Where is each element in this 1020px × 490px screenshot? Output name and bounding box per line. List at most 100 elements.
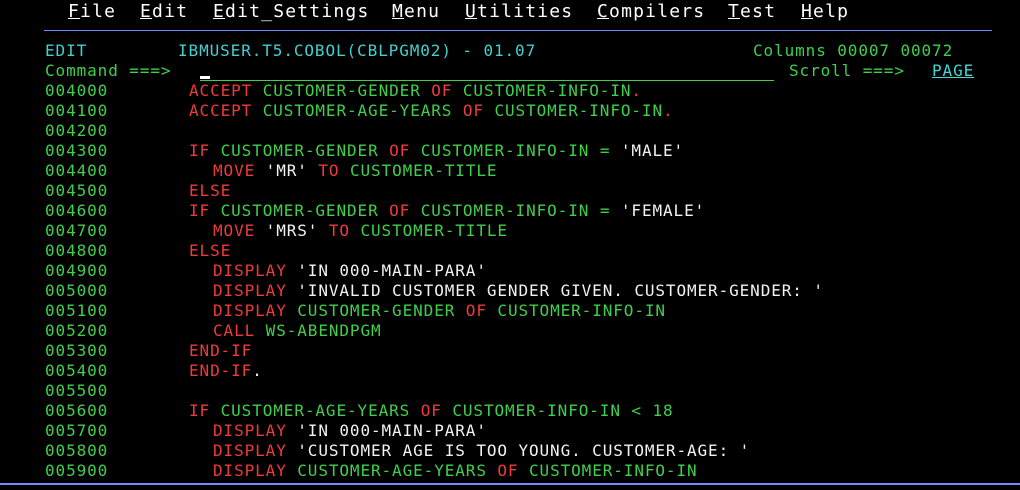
line-number[interactable]: 004900 — [45, 261, 108, 281]
code-token: CUSTOMER-GENDER — [262, 81, 432, 100]
line-number[interactable]: 004200 — [45, 121, 108, 141]
code-text[interactable]: CALL WS-ABENDPGM — [213, 321, 382, 341]
scroll-label: Scroll ===> — [789, 61, 905, 80]
code-text[interactable]: IF CUSTOMER-GENDER OF CUSTOMER-INFO-IN =… — [189, 141, 684, 161]
code-token: ACCEPT — [189, 101, 263, 120]
line-number[interactable]: 005700 — [45, 421, 108, 441]
source-line[interactable]: 005300 END-IF — [45, 341, 1005, 361]
code-token: CUSTOMER-TITLE — [360, 221, 508, 240]
source-line[interactable]: 005400 END-IF. — [45, 361, 1005, 381]
code-text[interactable]: IF CUSTOMER-GENDER OF CUSTOMER-INFO-IN =… — [189, 201, 705, 221]
line-number[interactable]: 005500 — [45, 381, 108, 401]
line-number[interactable]: 004400 — [45, 161, 108, 181]
source-line[interactable]: 004200 — [45, 121, 1005, 141]
line-number[interactable]: 004300 — [45, 141, 108, 161]
line-number[interactable]: 004800 — [45, 241, 108, 261]
line-number[interactable]: 005100 — [45, 301, 108, 321]
code-token: IF — [189, 401, 221, 420]
code-token: DISPLAY — [213, 261, 298, 280]
source-line[interactable]: 004100 ACCEPT CUSTOMER-AGE-YEARS OF CUSTO… — [45, 101, 1005, 121]
code-token: WS-ABENDPGM — [265, 321, 382, 340]
menu-help[interactable]: Help — [801, 1, 849, 23]
line-number[interactable]: 005900 — [45, 461, 108, 481]
code-text[interactable]: END-IF. — [189, 361, 263, 381]
code-token: DISPLAY — [213, 461, 298, 480]
code-text[interactable]: DISPLAY CUSTOMER-AGE-YEARS OF CUSTOMER-I… — [213, 461, 698, 481]
code-token: MOVE — [213, 221, 266, 240]
code-text[interactable]: ACCEPT CUSTOMER-AGE-YEARS OF CUSTOMER-IN… — [189, 101, 674, 121]
source-line[interactable]: 005900 DISPLAY CUSTOMER-AGE-YEARS OF CUST… — [45, 461, 1005, 481]
line-number[interactable]: 004700 — [45, 221, 108, 241]
line-number[interactable]: 005400 — [45, 361, 108, 381]
source-line[interactable]: 005200 CALL WS-ABENDPGM — [45, 321, 1005, 341]
source-line[interactable]: 005800 DISPLAY 'CUSTOMER AGE IS TOO YOUNG… — [45, 441, 1005, 461]
code-token: ELSE — [189, 181, 232, 200]
line-number[interactable]: 004000 — [45, 81, 108, 101]
source-line[interactable]: 004500 ELSE — [45, 181, 1005, 201]
source-line[interactable]: 004400 MOVE 'MR' TO CUSTOMER-TITLE — [45, 161, 1005, 181]
code-token: CUSTOMER-AGE-YEARS — [220, 401, 421, 420]
code-token: OF — [497, 461, 529, 480]
menu-compilers[interactable]: Compilers — [597, 1, 705, 23]
line-number[interactable]: 005800 — [45, 441, 108, 461]
line-number[interactable]: 005600 — [45, 401, 108, 421]
code-token: END-IF — [189, 361, 253, 380]
line-number[interactable]: 005300 — [45, 341, 108, 361]
line-number[interactable]: 005200 — [45, 321, 108, 341]
command-input[interactable] — [200, 62, 774, 81]
code-token: CUSTOMER-GENDER — [220, 201, 390, 220]
source-line[interactable]: 005100 DISPLAY CUSTOMER-GENDER OF CUSTOME… — [45, 301, 1005, 321]
line-number[interactable]: 004500 — [45, 181, 108, 201]
scroll-amount-field[interactable]: PAGE — [932, 61, 974, 81]
code-token: OF — [420, 401, 453, 420]
code-text[interactable]: DISPLAY 'INVALID CUSTOMER GENDER GIVEN. … — [213, 281, 824, 301]
menu-utilities[interactable]: Utilities — [465, 1, 573, 23]
code-text[interactable]: DISPLAY CUSTOMER-GENDER OF CUSTOMER-INFO… — [213, 301, 666, 321]
menu-menu[interactable]: Menu — [392, 1, 440, 23]
code-token: = — [599, 141, 621, 160]
code-token: OF — [389, 141, 421, 160]
menu-edit-settings[interactable]: Edit_Settings — [213, 1, 370, 23]
source-line[interactable]: 004700 MOVE 'MRS' TO CUSTOMER-TITLE — [45, 221, 1005, 241]
text-cursor — [200, 76, 210, 79]
code-token: CUSTOMER-INFO-IN — [452, 401, 632, 420]
code-text[interactable]: END-IF — [189, 341, 252, 361]
line-number[interactable]: 004600 — [45, 201, 108, 221]
source-line[interactable]: 004900 DISPLAY 'IN 000-MAIN-PARA' — [45, 261, 1005, 281]
code-text[interactable]: DISPLAY 'CUSTOMER AGE IS TOO YOUNG. CUST… — [213, 441, 750, 461]
code-token: 'MALE' — [620, 141, 685, 160]
source-line[interactable]: 004800 ELSE — [45, 241, 1005, 261]
code-token: 'MRS' — [265, 221, 329, 240]
code-text[interactable]: DISPLAY 'IN 000-MAIN-PARA' — [213, 421, 487, 441]
code-token: OF — [465, 301, 498, 320]
code-token: CUSTOMER-GENDER — [220, 141, 390, 160]
code-token: 'INVALID CUSTOMER GENDER GIVEN. CUSTOMER… — [297, 281, 824, 300]
bottom-divider — [0, 483, 1020, 485]
source-line[interactable]: 004300 IF CUSTOMER-GENDER OF CUSTOMER-INF… — [45, 141, 1005, 161]
code-token: CUSTOMER-TITLE — [349, 161, 498, 180]
line-number[interactable]: 005000 — [45, 281, 108, 301]
columns-indicator: Columns 00007 00072 — [753, 41, 954, 60]
code-token: IF — [189, 201, 221, 220]
menu-edit[interactable]: Edit — [140, 1, 188, 23]
code-text[interactable]: DISPLAY 'IN 000-MAIN-PARA' — [213, 261, 487, 281]
menu-test[interactable]: Test — [728, 1, 776, 23]
source-line[interactable]: 004000 ACCEPT CUSTOMER-GENDER OF CUSTOMER… — [45, 81, 1005, 101]
code-token: 'IN 000-MAIN-PARA' — [297, 421, 487, 440]
source-line[interactable]: 005000 DISPLAY 'INVALID CUSTOMER GENDER G… — [45, 281, 1005, 301]
code-text[interactable]: ELSE — [189, 181, 231, 201]
source-line[interactable]: 005700 DISPLAY 'IN 000-MAIN-PARA' — [45, 421, 1005, 441]
code-text[interactable]: MOVE 'MRS' TO CUSTOMER-TITLE — [213, 221, 508, 241]
line-number[interactable]: 004100 — [45, 101, 108, 121]
source-line[interactable]: 005600 IF CUSTOMER-AGE-YEARS OF CUSTOMER-… — [45, 401, 1005, 421]
menu-file[interactable]: File — [68, 1, 116, 23]
code-text[interactable]: IF CUSTOMER-AGE-YEARS OF CUSTOMER-INFO-I… — [189, 401, 674, 421]
code-text[interactable]: MOVE 'MR' TO CUSTOMER-TITLE — [213, 161, 497, 181]
code-text[interactable]: ELSE — [189, 241, 231, 261]
code-text[interactable]: ACCEPT CUSTOMER-GENDER OF CUSTOMER-INFO-… — [189, 81, 642, 101]
code-token: CUSTOMER-INFO-IN — [420, 201, 600, 220]
dataset-name: IBMUSER.T5.COBOL(CBLPGM02) - 01.07 — [178, 41, 537, 60]
source-line[interactable]: 005500 — [45, 381, 1005, 401]
source-line[interactable]: 004600 IF CUSTOMER-GENDER OF CUSTOMER-INF… — [45, 201, 1005, 221]
code-token: 'FEMALE' — [620, 201, 706, 220]
